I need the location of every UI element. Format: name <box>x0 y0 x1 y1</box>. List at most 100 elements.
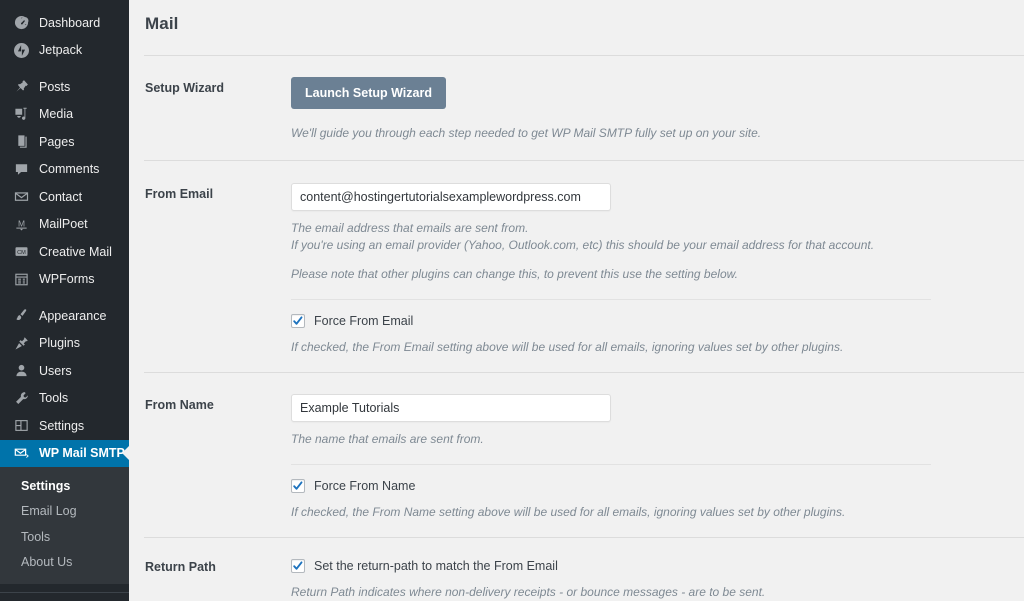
sidebar-item-label: Posts <box>39 81 70 94</box>
sidebar-item-label: Media <box>39 108 73 121</box>
divider-force-from-email <box>291 299 931 300</box>
sidebar-item-wpforms[interactable]: WPForms <box>0 266 129 294</box>
row-from-email: From Email The email address that emails… <box>129 161 1024 372</box>
sidebar-item-mailpoet[interactable]: M MailPoet <box>0 211 129 239</box>
submenu-item-email-log[interactable]: Email Log <box>0 499 129 524</box>
sidebar-group-main: Dashboard Jetpack <box>0 9 129 64</box>
sidebar-item-label: Users <box>39 365 72 378</box>
wrench-icon <box>11 388 31 408</box>
wpforms-icon <box>11 269 31 289</box>
return-path-label[interactable]: Set the return-path to match the From Em… <box>314 560 558 573</box>
force-from-name-label[interactable]: Force From Name <box>314 480 415 493</box>
force-from-name-description: If checked, the From Name setting above … <box>291 504 1004 521</box>
sidebar-item-pages[interactable]: Pages <box>0 128 129 156</box>
sidebar-group-spacer-1 <box>0 64 129 73</box>
settings-icon <box>11 416 31 436</box>
mailpoet-icon: M <box>11 214 31 234</box>
sidebar-item-label: Creative Mail <box>39 246 112 259</box>
sidebar-item-label: Tools <box>39 392 68 405</box>
return-path-checkbox[interactable] <box>291 559 305 573</box>
from-email-description-3: Please note that other plugins can chang… <box>291 266 1004 283</box>
force-from-email-description: If checked, the From Email setting above… <box>291 339 1004 356</box>
sidebar-group-content: Posts Media Pages Comments <box>0 73 129 293</box>
sidebar-item-label: Dashboard <box>39 17 100 30</box>
force-from-email-checkbox[interactable] <box>291 314 305 328</box>
sidebar-item-settings[interactable]: Settings <box>0 412 129 440</box>
row-body-setup-wizard: Launch Setup Wizard We'll guide you thro… <box>291 77 1024 142</box>
return-path-row: Set the return-path to match the From Em… <box>291 559 1004 573</box>
sidebar-item-label: Plugins <box>39 337 80 350</box>
row-body-return-path: Set the return-path to match the From Em… <box>291 559 1024 601</box>
row-from-name: From Name The name that emails are sent … <box>129 373 1024 537</box>
sidebar-item-label: MailPoet <box>39 218 88 231</box>
user-icon <box>11 361 31 381</box>
sidebar-group-spacer-2 <box>0 293 129 302</box>
sidebar-item-label: Contact <box>39 191 82 204</box>
from-name-input[interactable] <box>291 394 611 422</box>
sidebar-item-creative-mail[interactable]: CM Creative Mail <box>0 238 129 266</box>
sidebar-item-label: Jetpack <box>39 44 82 57</box>
return-path-description-1: Return Path indicates where non-delivery… <box>291 584 1004 601</box>
force-from-email-row: Force From Email <box>291 314 1004 328</box>
row-label-from-email: From Email <box>129 183 291 356</box>
brush-icon <box>11 306 31 326</box>
dashboard-icon <box>11 13 31 33</box>
envelope-icon <box>11 187 31 207</box>
row-return-path: Return Path Set the return-path to match… <box>129 538 1024 601</box>
from-email-description-2: If you're using an email provider (Yahoo… <box>291 237 1004 254</box>
sidebar-item-label: WPForms <box>39 273 95 286</box>
pages-icon <box>11 132 31 152</box>
row-label-from-name: From Name <box>129 394 291 521</box>
admin-sidebar: Dashboard Jetpack Posts M <box>0 0 129 601</box>
launch-setup-wizard-button[interactable]: Launch Setup Wizard <box>291 77 446 109</box>
sidebar-item-users[interactable]: Users <box>0 357 129 385</box>
force-from-name-row: Force From Name <box>291 479 1004 493</box>
row-label-setup-wizard: Setup Wizard <box>129 77 291 142</box>
divider-force-from-name <box>291 464 931 465</box>
row-body-from-name: The name that emails are sent from. Forc… <box>291 394 1024 521</box>
submenu-item-about-us[interactable]: About Us <box>0 550 129 575</box>
plug-icon <box>11 333 31 353</box>
sidebar-item-contact[interactable]: Contact <box>0 183 129 211</box>
force-from-name-checkbox[interactable] <box>291 479 305 493</box>
jetpack-icon <box>11 40 31 60</box>
pin-icon <box>11 77 31 97</box>
sidebar-top-spacer <box>0 0 129 9</box>
main-content: Mail Setup Wizard Launch Setup Wizard We… <box>129 0 1024 601</box>
sidebar-item-label: Comments <box>39 163 99 176</box>
sidebar-item-label: Pages <box>39 136 74 149</box>
sidebar-item-comments[interactable]: Comments <box>0 156 129 184</box>
sidebar-group-admin: Appearance Plugins Users Tools <box>0 302 129 440</box>
sidebar-item-plugins[interactable]: Plugins <box>0 330 129 358</box>
sidebar-item-label: Appearance <box>39 310 106 323</box>
row-setup-wizard: Setup Wizard Launch Setup Wizard We'll g… <box>129 56 1024 160</box>
active-arrow-icon <box>122 445 129 461</box>
page-title: Mail <box>129 0 1024 34</box>
submenu-item-tools[interactable]: Tools <box>0 525 129 550</box>
media-icon <box>11 104 31 124</box>
sidebar-item-dashboard[interactable]: Dashboard <box>0 9 129 37</box>
row-label-return-path: Return Path <box>129 559 291 601</box>
sidebar-item-label: WP Mail SMTP <box>39 447 125 460</box>
from-name-description: The name that emails are sent from. <box>291 431 1004 448</box>
svg-text:M: M <box>17 218 24 228</box>
row-body-from-email: The email address that emails are sent f… <box>291 183 1024 356</box>
sidebar-item-jetpack[interactable]: Jetpack <box>0 37 129 65</box>
sidebar-item-wp-mail-smtp[interactable]: WP Mail SMTP <box>0 440 129 468</box>
force-from-email-label[interactable]: Force From Email <box>314 315 413 328</box>
admin-screen: Dashboard Jetpack Posts M <box>0 0 1024 601</box>
sidebar-item-appearance[interactable]: Appearance <box>0 302 129 330</box>
from-email-input[interactable] <box>291 183 611 211</box>
sidebar-submenu: Settings Email Log Tools About Us <box>0 467 129 584</box>
sidebar-item-posts[interactable]: Posts <box>0 73 129 101</box>
sidebar-divider <box>0 592 129 593</box>
sidebar-item-tools[interactable]: Tools <box>0 385 129 413</box>
wp-mail-smtp-icon <box>11 443 31 463</box>
sidebar-item-media[interactable]: Media <box>0 101 129 129</box>
svg-text:CM: CM <box>17 250 26 256</box>
sidebar-item-label: Settings <box>39 420 84 433</box>
setup-wizard-description: We'll guide you through each step needed… <box>291 125 1004 142</box>
submenu-item-settings[interactable]: Settings <box>0 474 129 499</box>
from-email-description-1: The email address that emails are sent f… <box>291 220 1004 237</box>
creative-mail-icon: CM <box>11 242 31 262</box>
